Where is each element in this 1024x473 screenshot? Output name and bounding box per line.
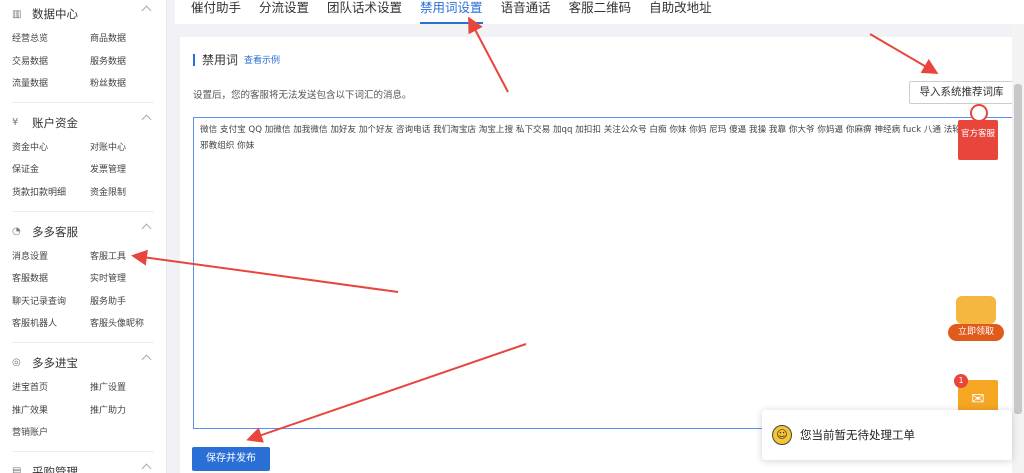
chevron-up-icon[interactable]: [141, 114, 152, 125]
panel-title: 禁用词 查看示例: [193, 51, 280, 68]
chevron-up-icon[interactable]: [141, 5, 152, 16]
title-bar-accent: [193, 53, 195, 66]
sidebar-item[interactable]: 推广效果: [12, 400, 90, 423]
sidebar-item[interactable]: 聊天记录查询: [12, 291, 90, 314]
divider: [12, 341, 154, 343]
scrollbar-thumb[interactable]: [1014, 84, 1022, 414]
sidebar-section-header[interactable]: ▥ 数据中心: [12, 0, 154, 28]
chevron-up-icon[interactable]: [141, 463, 152, 473]
tab-self-address-change[interactable]: 自助改地址: [649, 0, 712, 24]
sidebar-item[interactable]: 客服机器人: [12, 313, 90, 336]
banned-words-textarea[interactable]: 微信 支付宝 QQ 加微信 加我微信 加好友 加个好友 咨询电话 我们淘宝店 淘…: [193, 117, 1015, 429]
smile-icon: ☺: [772, 425, 792, 445]
sidebar-item[interactable]: 推广设置: [90, 377, 166, 400]
sidebar-item[interactable]: 资金中心: [12, 137, 90, 160]
view-example-link[interactable]: 查看示例: [244, 53, 280, 66]
sidebar-item[interactable]: 客服数据: [12, 268, 90, 291]
save-and-publish-button[interactable]: 保存并发布: [192, 447, 270, 471]
divider: [12, 450, 154, 452]
mail-badge: 1: [954, 374, 968, 388]
sidebar-item[interactable]: 交易数据: [12, 51, 90, 74]
sidebar-item[interactable]: 发票管理: [90, 159, 166, 182]
tab-bar: 催付助手 分流设置 团队话术设置 禁用词设置 语音通话 客服二维码 自助改地址: [175, 0, 1024, 24]
sidebar-section-account-funds: ¥ 账户资金 资金中心 对账中心 保证金 发票管理 货款扣款明细 资金限制: [0, 109, 166, 212]
sidebar-item[interactable]: 商品数据: [90, 28, 166, 51]
promo-claim-widget[interactable]: 立即领取: [948, 296, 1004, 344]
yen-icon: ¥: [12, 117, 19, 129]
tab-team-scripts[interactable]: 团队话术设置: [327, 0, 402, 24]
service-avatar-icon: [970, 104, 988, 122]
sidebar-item[interactable]: 保证金: [12, 159, 90, 182]
ticket-toast: ☺ 您当前暂无待处理工单: [762, 410, 1012, 460]
sidebar-item[interactable]: 对账中心: [90, 137, 166, 160]
purchase-icon: ▤: [12, 466, 22, 473]
sidebar-item[interactable]: 粉丝数据: [90, 73, 166, 96]
tab-payment-reminder[interactable]: 催付助手: [191, 0, 241, 24]
divider: [12, 210, 154, 212]
tab-banned-words[interactable]: 禁用词设置: [420, 0, 483, 24]
page-title: 禁用词: [202, 53, 239, 67]
sidebar-item[interactable]: 进宝首页: [12, 377, 90, 400]
sidebar-section-data-center: ▥ 数据中心 经营总览 商品数据 交易数据 服务数据 流量数据 粉丝数据: [0, 0, 166, 103]
claim-now-label: 立即领取: [948, 324, 1004, 341]
page-scrollbar[interactable]: [1012, 24, 1024, 473]
sidebar-section-header[interactable]: ▤ 采购管理: [12, 458, 154, 473]
official-service-label: 官方客服: [960, 129, 995, 139]
sidebar-section-header[interactable]: ◔ 多多客服: [12, 218, 154, 246]
mail-icon: ✉: [971, 389, 985, 408]
tab-service-qrcode[interactable]: 客服二维码: [569, 0, 632, 24]
sidebar-item[interactable]: 服务助手: [90, 291, 166, 314]
tab-voice-call[interactable]: 语音通话: [501, 0, 551, 24]
chevron-up-icon[interactable]: [141, 354, 152, 365]
panel-description: 设置后，您的客服将无法发送包含以下词汇的消息。: [193, 90, 412, 101]
toast-message: 您当前暂无待处理工单: [800, 428, 915, 442]
sidebar-item[interactable]: 货款扣款明细: [12, 182, 90, 205]
sidebar-item[interactable]: 实时管理: [90, 268, 166, 291]
sidebar-section-header[interactable]: ¥ 账户资金: [12, 109, 154, 137]
sidebar-section-customer-service: ◔ 多多客服 消息设置 客服工具 客服数据 实时管理 聊天记录查询 服务助手 客…: [0, 218, 166, 343]
headset-icon: ◔: [12, 226, 21, 238]
divider: [12, 101, 154, 103]
sidebar-item[interactable]: 流量数据: [12, 73, 90, 96]
promo-icon: ◎: [12, 357, 21, 369]
sidebar-item[interactable]: 消息设置: [12, 246, 90, 269]
sidebar-item[interactable]: 服务数据: [90, 51, 166, 74]
chevron-up-icon[interactable]: [141, 223, 152, 234]
sidebar-item[interactable]: 营销账户: [12, 422, 90, 445]
import-recommended-words-button[interactable]: 导入系统推荐词库: [909, 81, 1014, 104]
tab-routing-settings[interactable]: 分流设置: [259, 0, 309, 24]
sidebar-item[interactable]: 客服头像昵称: [90, 313, 166, 336]
sidebar: ▥ 数据中心 经营总览 商品数据 交易数据 服务数据 流量数据 粉丝数据 ¥ 账…: [0, 0, 167, 473]
sidebar-section-purchase: ▤ 采购管理: [0, 458, 166, 473]
sidebar-section-promotion: ◎ 多多进宝 进宝首页 推广设置 推广效果 推广助力 营销账户: [0, 349, 166, 452]
chart-icon: ▥: [12, 8, 22, 20]
gift-icon: [956, 296, 996, 324]
sidebar-section-header[interactable]: ◎ 多多进宝: [12, 349, 154, 377]
sidebar-item[interactable]: 资金限制: [90, 182, 166, 205]
banned-words-panel: 禁用词 查看示例 设置后，您的客服将无法发送包含以下词汇的消息。 导入系统推荐词…: [180, 37, 1015, 473]
sidebar-item-customer-service-tools[interactable]: 客服工具: [90, 246, 166, 269]
official-service-button[interactable]: 官方客服: [958, 104, 998, 160]
sidebar-item[interactable]: 经营总览: [12, 28, 90, 51]
sidebar-item[interactable]: 推广助力: [90, 400, 166, 423]
